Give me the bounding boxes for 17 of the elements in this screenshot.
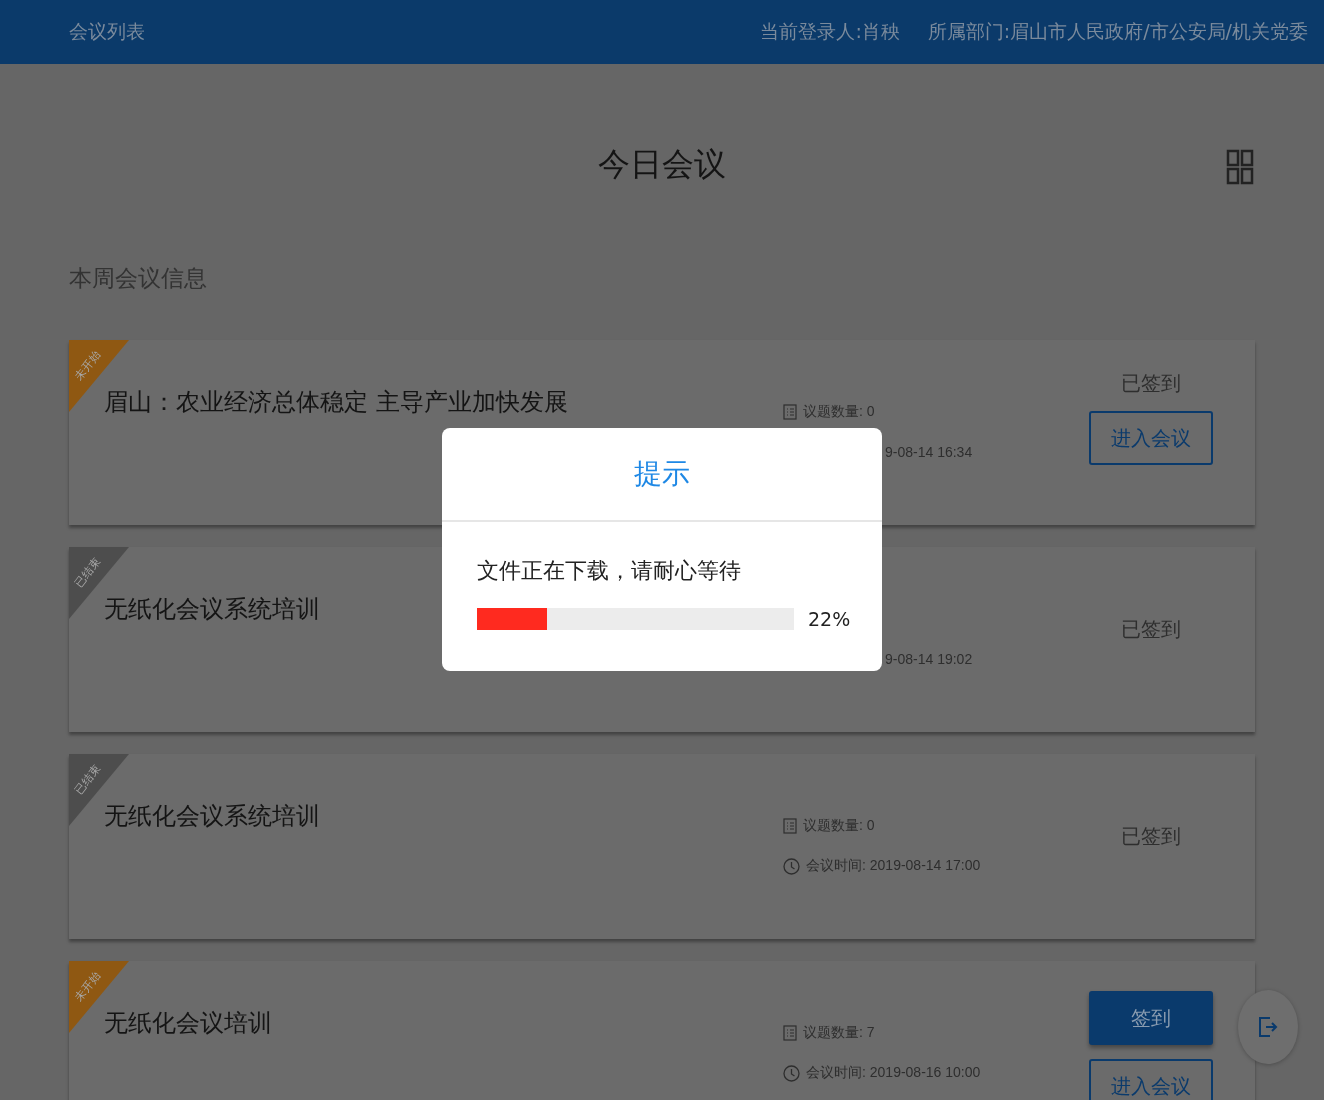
page-title: 今日会议 [598, 144, 726, 185]
meeting-time: 会议时间: 2019-08-14 17:00 [806, 857, 981, 875]
dialog-message: 文件正在下载，请耐心等待 [477, 557, 742, 585]
current-user: 当前登录人:肖秧 [760, 19, 900, 44]
topic-count: 议题数量: 0 [803, 403, 875, 421]
meeting-time: 9-08-14 19:02 [885, 651, 973, 667]
topic-count: 议题数量: 0 [803, 817, 875, 835]
signed-in-status: 已签到 [1121, 370, 1181, 397]
signed-in-status: 已签到 [1121, 823, 1181, 850]
dialog-title: 提示 [442, 428, 882, 522]
meeting-time: 9-08-14 16:34 [885, 444, 973, 460]
topic-count: 议题数量: 7 [803, 1024, 875, 1042]
meeting-time: 会议时间: 2019-08-16 10:00 [806, 1064, 981, 1082]
progress-percent: 22% [808, 608, 851, 630]
signed-in-status: 已签到 [1121, 616, 1181, 643]
page-heading: 会议列表 [69, 19, 145, 44]
department: 所属部门:眉山市人民政府/市公安局/机关党委 [927, 19, 1308, 44]
